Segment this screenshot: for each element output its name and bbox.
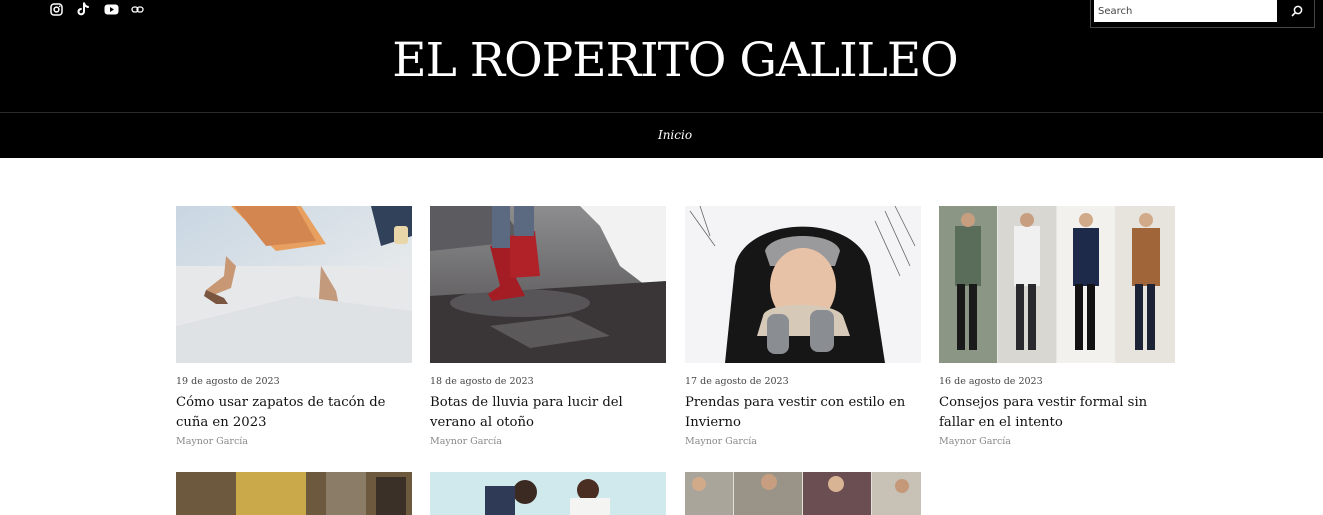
post-date: 19 de agosto de 2023 xyxy=(176,376,280,387)
post-image[interactable] xyxy=(176,206,412,363)
post-title[interactable]: Consejos para vestir formal sin fallar e… xyxy=(939,393,1179,433)
post-title[interactable]: Prendas para vestir con estilo en Invier… xyxy=(685,393,925,433)
youtube-icon[interactable] xyxy=(104,2,131,16)
post-title[interactable]: Botas de lluvia para lucir del verano al… xyxy=(430,393,670,433)
site-title[interactable]: EL ROPERITO GALILEO xyxy=(0,30,1323,92)
post-card: 16 de agosto de 2023 Consejos para vesti… xyxy=(939,206,1175,447)
post-image[interactable] xyxy=(685,206,921,363)
post-title[interactable]: Cómo usar zapatos de tacón de cuña en 20… xyxy=(176,393,416,433)
post-image[interactable] xyxy=(685,472,921,515)
social-links xyxy=(50,2,158,16)
site-header: EL ROPERITO GALILEO Inicio xyxy=(0,0,1323,158)
post-author[interactable]: Maynor García xyxy=(685,436,757,447)
search-button[interactable] xyxy=(1287,1,1307,21)
post-author[interactable]: Maynor García xyxy=(176,436,248,447)
post-author[interactable]: Maynor García xyxy=(939,436,1011,447)
tiktok-icon[interactable] xyxy=(77,2,104,16)
header-divider xyxy=(0,112,1323,113)
search-input[interactable] xyxy=(1094,0,1277,22)
post-card xyxy=(430,472,666,515)
instagram-icon[interactable] xyxy=(50,2,77,16)
post-date: 16 de agosto de 2023 xyxy=(939,376,1043,387)
link-icon[interactable] xyxy=(131,2,158,16)
post-image[interactable] xyxy=(176,472,412,515)
post-author[interactable]: Maynor García xyxy=(430,436,502,447)
search-form xyxy=(1090,0,1315,28)
post-date: 18 de agosto de 2023 xyxy=(430,376,534,387)
nav-item-inicio[interactable]: Inicio xyxy=(658,128,692,142)
post-image[interactable] xyxy=(430,472,666,515)
post-card: 18 de agosto de 2023 Botas de lluvia par… xyxy=(430,206,666,447)
post-card xyxy=(176,472,412,515)
post-card: 19 de agosto de 2023 Cómo usar zapatos d… xyxy=(176,206,412,447)
post-card xyxy=(685,472,921,515)
post-image[interactable] xyxy=(939,206,1175,363)
post-date: 17 de agosto de 2023 xyxy=(685,376,789,387)
post-card: 17 de agosto de 2023 Prendas para vestir… xyxy=(685,206,921,447)
main-nav: Inicio xyxy=(0,124,1323,143)
search-icon xyxy=(1291,5,1303,17)
post-image[interactable] xyxy=(430,206,666,363)
